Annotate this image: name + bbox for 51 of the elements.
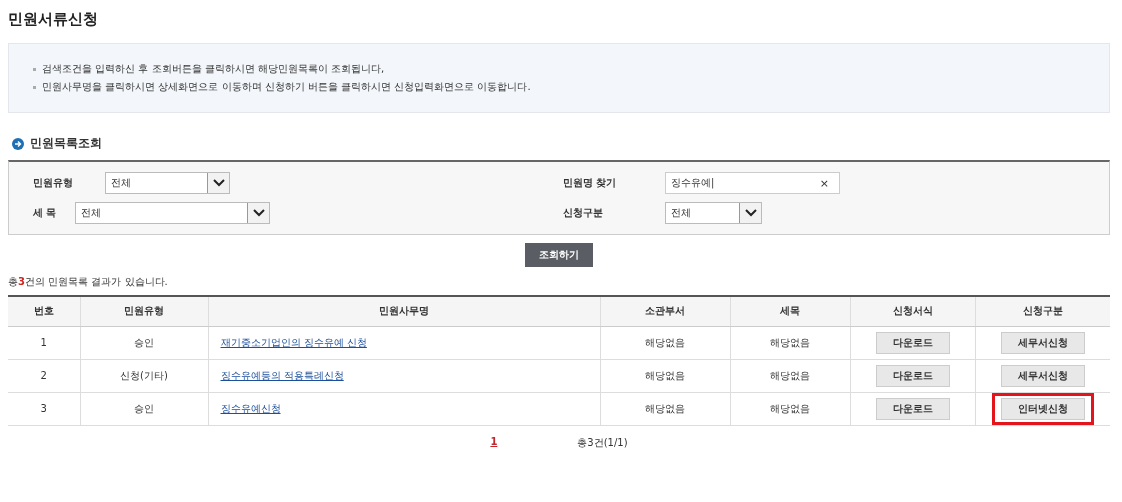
bullet-icon bbox=[33, 67, 36, 71]
column-header: 소관부서 bbox=[600, 296, 730, 326]
table-cell: 승인 bbox=[80, 392, 208, 425]
arrow-circle-icon bbox=[12, 137, 24, 150]
column-header: 민원유형 bbox=[80, 296, 208, 326]
field-label: 민원명 찾기 bbox=[563, 176, 618, 190]
caret-icon bbox=[207, 173, 229, 193]
apply-button[interactable]: 세무서신청 bbox=[1000, 331, 1085, 354]
field-label: 신청구분 bbox=[563, 206, 604, 220]
download-button[interactable]: 다운로드 bbox=[875, 364, 950, 387]
table-cell: 3 bbox=[8, 392, 80, 425]
table-cell: 해당없음 bbox=[600, 392, 730, 425]
download-button[interactable]: 다운로드 bbox=[875, 397, 950, 420]
field-label: 민원유형 bbox=[33, 176, 74, 190]
column-header: 민원사무명 bbox=[208, 296, 600, 326]
table-cell: 해당없음 bbox=[600, 359, 730, 392]
table-cell: 해당없음 bbox=[730, 392, 850, 425]
column-header: 신청구분 bbox=[975, 296, 1110, 326]
service-link[interactable]: 징수유예등의 적용특례신청 bbox=[220, 369, 344, 381]
table-cell: 1 bbox=[8, 326, 80, 359]
table-cell: 해당없음 bbox=[600, 326, 730, 359]
notice-text: 검색조건을 입력하신 후 조회버튼을 클릭하시면 해당민원목록이 조회됩니다, bbox=[42, 62, 385, 76]
page-link[interactable]: 1 bbox=[490, 435, 498, 450]
table-cell: 승인 bbox=[80, 326, 208, 359]
result-count: 총3건의 민원목록 결과가 있습니다. bbox=[8, 275, 169, 289]
service-link[interactable]: 재기중소기업인의 징수유예 신청 bbox=[220, 336, 367, 348]
search-button[interactable]: 조회하기 bbox=[525, 243, 593, 267]
caret-icon bbox=[247, 203, 269, 223]
apply-button[interactable]: 세무서신청 bbox=[1000, 364, 1085, 387]
table-cell: 해당없음 bbox=[730, 326, 850, 359]
column-header: 번호 bbox=[8, 296, 80, 326]
page-title: 민원서류신청 bbox=[8, 10, 99, 29]
select-field[interactable]: 전체 bbox=[105, 172, 230, 194]
search-field[interactable]: 징수유예| × bbox=[665, 172, 840, 194]
apply-button[interactable]: 인터넷신청 bbox=[1000, 397, 1085, 420]
select-field[interactable]: 전체 bbox=[665, 202, 762, 224]
section-title: 민원목록조회 bbox=[30, 135, 102, 152]
column-header: 세목 bbox=[730, 296, 850, 326]
service-link[interactable]: 징수유예신청 bbox=[220, 402, 281, 414]
page-summary: 총3건(1/1) bbox=[577, 435, 628, 450]
table-cell: 신청(기타) bbox=[80, 359, 208, 392]
download-button[interactable]: 다운로드 bbox=[875, 331, 950, 354]
notice-text: 민원사무명을 클릭하시면 상세화면으로 이동하며 신청하기 버튼을 클릭하시면 신청입력화면으로 이동합니다. bbox=[42, 80, 531, 94]
column-header: 신청서식 bbox=[850, 296, 975, 326]
select-field[interactable]: 전체 bbox=[75, 202, 270, 224]
table-cell: 2 bbox=[8, 359, 80, 392]
bullet-icon bbox=[33, 85, 36, 89]
caret-icon bbox=[739, 203, 761, 223]
table-cell: 해당없음 bbox=[730, 359, 850, 392]
clear-button[interactable]: × bbox=[819, 176, 829, 190]
field-label: 세 목 bbox=[33, 206, 58, 220]
